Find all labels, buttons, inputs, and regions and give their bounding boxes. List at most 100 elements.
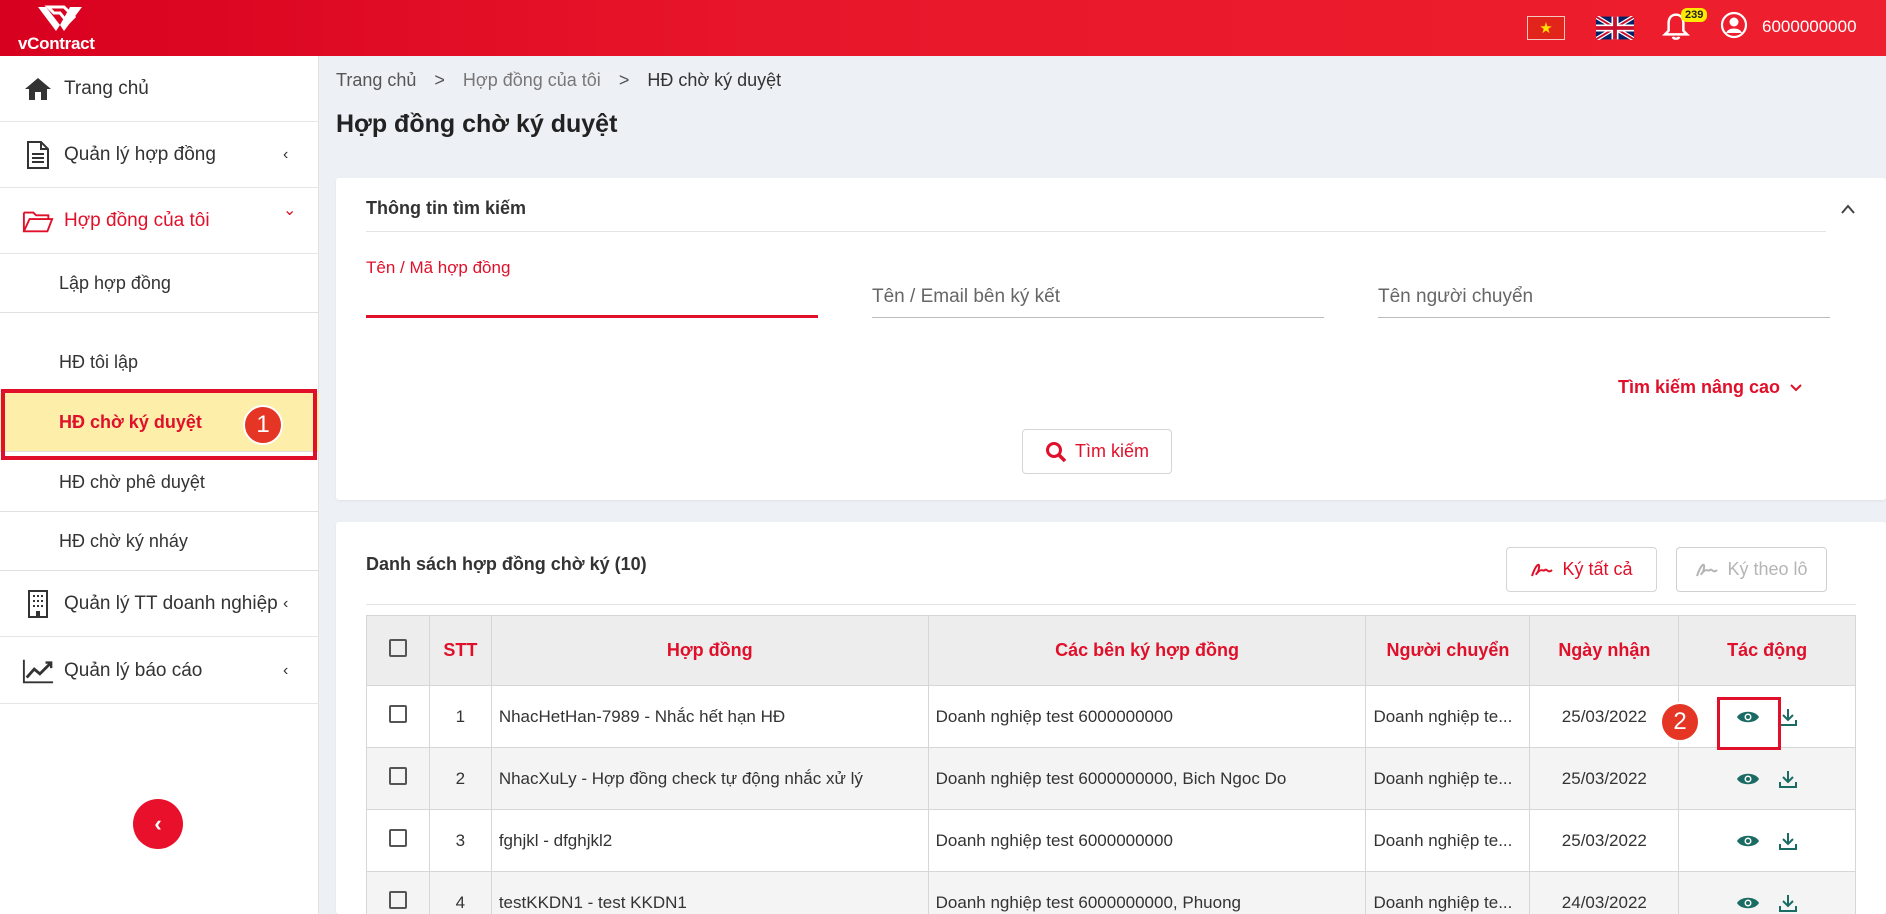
row-checkbox[interactable]	[388, 829, 407, 847]
sidebar-item-label: Trang chủ	[64, 77, 149, 99]
table-header-row: STT Hợp đồng Các bên ký hợp đồng Người c…	[366, 615, 1856, 686]
view-action-highlight-annotation	[1717, 697, 1781, 750]
sidebar-item-contract-management[interactable]: Quản lý hợp đồng ‹	[0, 122, 319, 188]
sender-cell: Doanh nghiệp te...	[1365, 685, 1531, 748]
parties-cell: Doanh nghiệp test 6000000000	[927, 809, 1367, 872]
download-icon[interactable]	[1778, 893, 1798, 913]
select-all-checkbox[interactable]	[388, 639, 407, 657]
sender-cell: Doanh nghiệp te...	[1365, 809, 1531, 872]
sidebar-item-label: Quản lý TT doanh nghiệp	[64, 592, 278, 614]
row-checkbox[interactable]	[388, 767, 407, 785]
sidebar-item-my-contracts[interactable]: Hợp đồng của tôi ⌄	[0, 188, 319, 254]
breadcrumb-parent[interactable]: Hợp đồng của tôi	[463, 70, 601, 91]
contract-cell: fghjkl - dfghjkl2	[490, 809, 929, 872]
date-cell: 25/03/2022	[1529, 685, 1680, 748]
sidebar-subitem-pending-initial[interactable]: HĐ chờ ký nháy	[0, 512, 319, 571]
chart-line-icon	[22, 655, 54, 687]
view-eye-icon[interactable]	[1736, 771, 1760, 787]
advanced-search-link[interactable]: Tìm kiếm nâng cao	[1618, 377, 1803, 398]
sidebar-item-label: Quản lý báo cáo	[64, 659, 203, 681]
document-icon	[22, 139, 54, 171]
contract-table: STT Hợp đồng Các bên ký hợp đồng Người c…	[366, 615, 1856, 914]
sidebar-subitem-label: HĐ chờ ký nháy	[59, 530, 188, 551]
select-all-cell	[366, 615, 430, 686]
chevron-down-icon: ⌄	[283, 202, 297, 219]
sidebar-collapse-button[interactable]: ‹	[133, 799, 183, 849]
table-row: 2 NhacXuLy - Hợp đồng check tự động nhắc…	[366, 747, 1856, 810]
folder-open-icon	[22, 205, 54, 237]
stt-cell: 3	[428, 809, 492, 872]
sidebar-subitem-label: HĐ chờ phê duyệt	[59, 471, 205, 492]
home-icon	[22, 73, 54, 105]
row-checkbox[interactable]	[388, 891, 407, 909]
sidebar-subitem-label: Lập hợp đồng	[59, 272, 171, 293]
chevron-left-icon: ‹	[283, 661, 289, 679]
english-flag-icon[interactable]	[1594, 14, 1636, 42]
search-panel-title: Thông tin tìm kiếm	[366, 198, 526, 218]
download-icon[interactable]	[1778, 707, 1798, 727]
view-eye-icon[interactable]	[1736, 833, 1760, 849]
search-button[interactable]: Tìm kiếm	[1022, 429, 1172, 474]
field-label: Tên / Mã hợp đồng	[366, 258, 511, 277]
view-eye-icon[interactable]	[1736, 895, 1760, 911]
parties-cell: Doanh nghiệp test 6000000000, Phuong	[927, 871, 1367, 914]
top-bar: vContract ★ 239 6000000000	[0, 0, 1886, 56]
sidebar-subitem-my-created[interactable]: HĐ tôi lập	[0, 333, 319, 392]
step-2-badge: 2	[1660, 702, 1700, 742]
actions-cell	[1678, 871, 1856, 914]
sidebar-item-reports[interactable]: Quản lý báo cáo ‹	[0, 638, 319, 704]
download-icon[interactable]	[1778, 831, 1798, 851]
sidebar-subitem-create-contract[interactable]: Lập hợp đồng	[0, 254, 319, 313]
sender-name-field[interactable]: Tên người chuyển	[1378, 286, 1830, 318]
logo-text: vContract	[18, 34, 95, 53]
date-cell: 25/03/2022	[1529, 747, 1680, 810]
signature-icon	[1696, 563, 1719, 576]
contract-cell: testKKDN1 - test KKDN1	[490, 871, 929, 914]
sidebar-item-home[interactable]: Trang chủ	[0, 56, 319, 122]
sign-all-label: Ký tất cả	[1562, 559, 1633, 579]
parties-cell: Doanh nghiệp test 6000000000, Bich Ngoc …	[927, 747, 1367, 810]
contract-name-field[interactable]: Tên / Mã hợp đồng	[366, 258, 818, 318]
signer-name-email-field[interactable]: Tên / Email bên ký kết	[872, 286, 1324, 318]
page-title: Hợp đồng chờ ký duyệt	[336, 110, 618, 138]
sender-cell: Doanh nghiệp te...	[1365, 871, 1531, 914]
sidebar: Trang chủ Quản lý hợp đồng ‹ Hợp đồng củ…	[0, 56, 319, 914]
column-header: Các bên ký hợp đồng	[927, 615, 1367, 686]
vietnamese-flag-icon[interactable]: ★	[1527, 16, 1565, 40]
stt-cell: 2	[428, 747, 492, 810]
breadcrumb-separator: >	[434, 70, 445, 90]
sign-batch-button[interactable]: Ký theo lô	[1676, 547, 1827, 592]
field-underline	[872, 317, 1324, 318]
breadcrumb-home[interactable]: Trang chủ	[336, 70, 416, 91]
user-avatar-icon[interactable]	[1720, 11, 1748, 44]
contract-cell: NhacHetHan-7989 - Nhắc hết hạn HĐ	[490, 685, 929, 748]
sidebar-item-label: Quản lý hợp đồng	[64, 143, 216, 165]
column-header: Người chuyển	[1365, 615, 1531, 686]
logo[interactable]: vContract	[18, 3, 108, 53]
field-label: Tên / Email bên ký kết	[872, 286, 1060, 307]
advanced-search-label: Tìm kiếm nâng cao	[1618, 377, 1781, 397]
sidebar-subitem-pending-approval[interactable]: HĐ chờ phê duyệt	[0, 453, 319, 512]
column-header: Tác động	[1678, 615, 1856, 686]
field-underline	[366, 315, 818, 318]
field-underline	[1378, 317, 1830, 318]
sign-batch-label: Ký theo lô	[1727, 559, 1808, 579]
sign-all-button[interactable]: Ký tất cả	[1506, 547, 1657, 592]
sidebar-item-business-info[interactable]: Quản lý TT doanh nghiệp ‹	[0, 571, 319, 637]
building-icon	[22, 588, 54, 620]
row-checkbox[interactable]	[388, 705, 407, 723]
date-cell: 25/03/2022	[1529, 809, 1680, 872]
breadcrumb: Trang chủ > Hợp đồng của tôi > HĐ chờ ký…	[336, 70, 781, 91]
list-title: Danh sách hợp đồng chờ ký (10)	[366, 554, 647, 574]
chevron-up-icon[interactable]	[1840, 202, 1856, 218]
column-header: Ngày nhận	[1529, 615, 1680, 686]
search-button-label: Tìm kiếm	[1075, 441, 1149, 461]
logo-mark-icon	[38, 5, 82, 31]
date-cell: 24/03/2022	[1529, 871, 1680, 914]
field-label: Tên người chuyển	[1378, 286, 1534, 307]
stt-cell: 1	[428, 685, 492, 748]
user-name[interactable]: 6000000000	[1762, 17, 1857, 37]
signature-icon	[1531, 563, 1554, 576]
contract-cell: NhacXuLy - Hợp đồng check tự động nhắc x…	[490, 747, 929, 810]
download-icon[interactable]	[1778, 769, 1798, 789]
